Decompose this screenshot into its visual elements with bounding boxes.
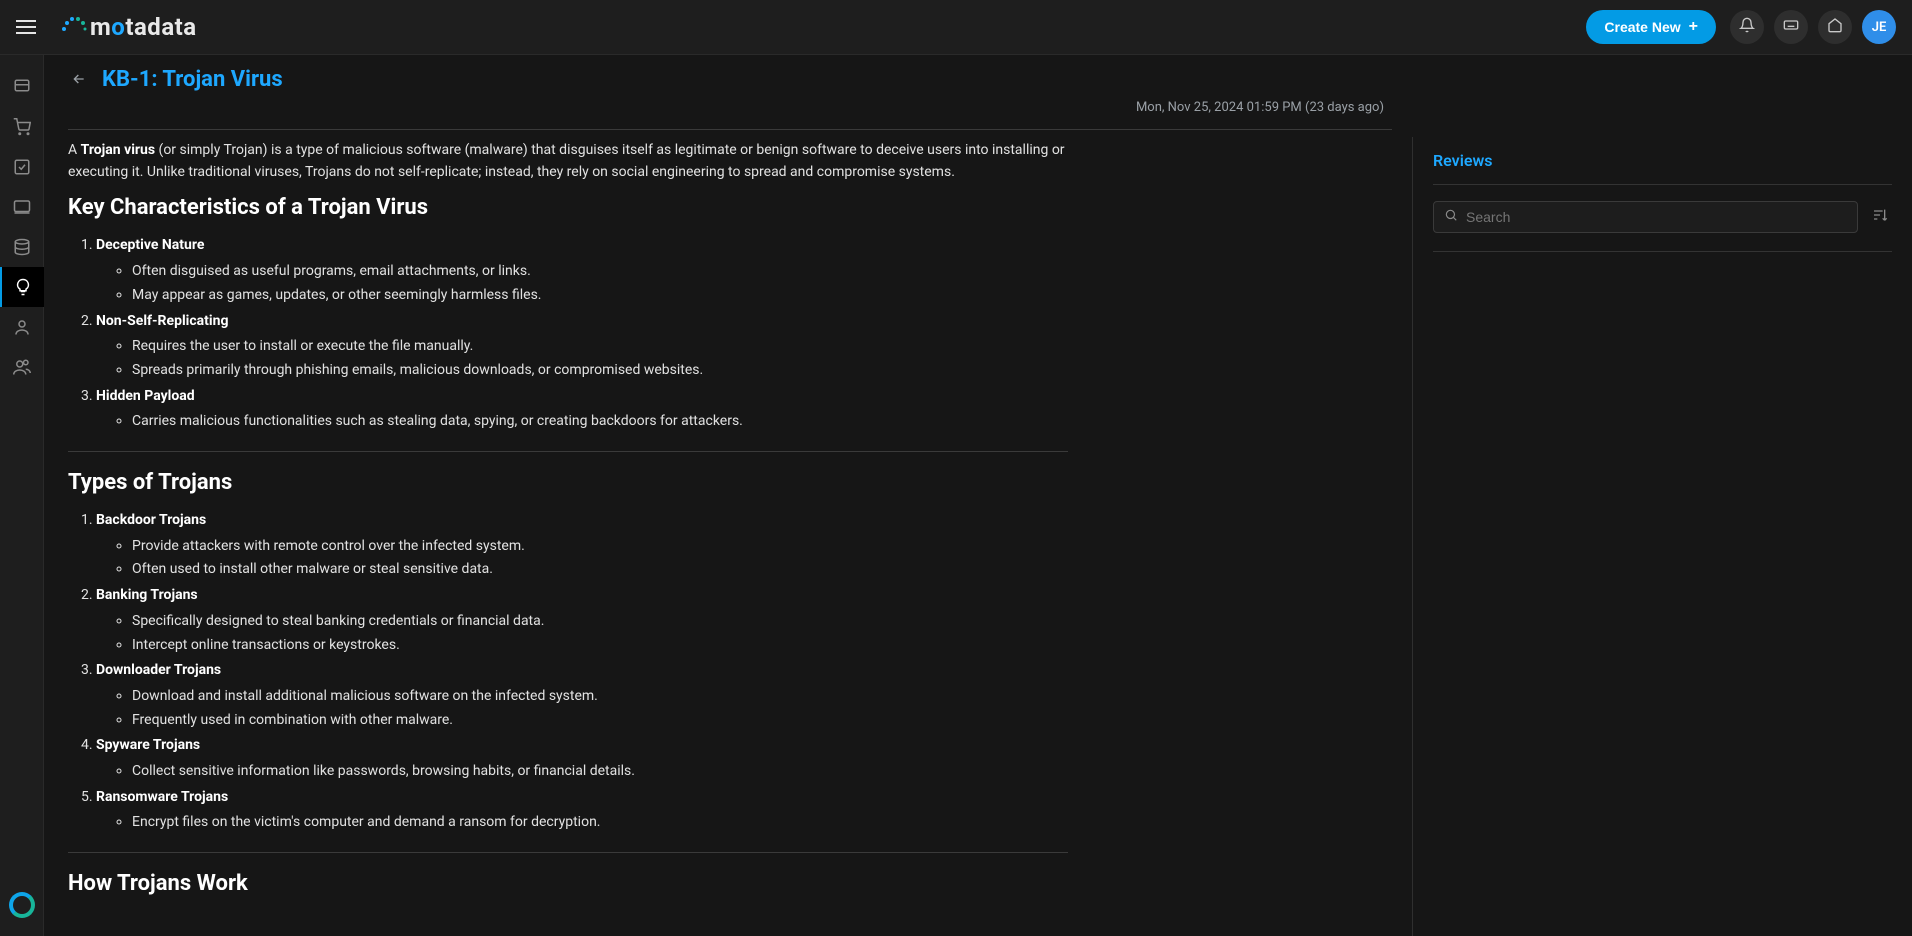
list-item-head: Deceptive Nature [96, 237, 204, 253]
logo-text: motadata [90, 13, 197, 41]
list-item-head: Spyware Trojans [96, 737, 200, 753]
sub-list-item: Often used to install other malware or s… [132, 559, 1068, 581]
logo-dots-icon [60, 15, 84, 39]
bell-icon [1739, 17, 1755, 37]
main: KB-1: Trojan Virus Mon, Nov 25, 2024 01:… [44, 55, 1912, 936]
nav-item-assets[interactable] [0, 187, 44, 227]
sub-list-item: May appear as games, updates, or other s… [132, 285, 1068, 307]
divider [68, 852, 1068, 853]
keyboard-shortcuts-button[interactable] [1774, 10, 1808, 44]
sub-list: Specifically designed to steal banking c… [96, 611, 1068, 656]
sort-button[interactable] [1868, 203, 1892, 231]
list-item: Backdoor Trojans Provide attackers with r… [96, 510, 1068, 581]
home-button[interactable] [1818, 10, 1852, 44]
key-characteristics-list: Deceptive Nature Often disguised as usefu… [68, 235, 1068, 433]
reviews-search-input[interactable] [1466, 209, 1847, 225]
sub-list-item: Requires the user to install or execute … [132, 336, 1068, 358]
notifications-button[interactable] [1730, 10, 1764, 44]
article-body: A Trojan virus (or simply Trojan) is a t… [68, 140, 1068, 901]
sub-list-item: Often disguised as useful programs, emai… [132, 261, 1068, 283]
topbar: motadata Create New + JE [0, 0, 1912, 55]
reviews-search-wrap[interactable] [1433, 201, 1858, 233]
sub-list: Collect sensitive information like passw… [96, 761, 1068, 783]
heading-key-characteristics: Key Characteristics of a Trojan Virus [68, 191, 1068, 225]
hamburger-menu-button[interactable] [16, 15, 40, 39]
sub-list-item: Provide attackers with remote control ov… [132, 536, 1068, 558]
sub-list: Encrypt files on the victim's computer a… [96, 812, 1068, 834]
list-item-head: Non-Self-Replicating [96, 313, 228, 329]
list-item: Hidden Payload Carries malicious function… [96, 386, 1068, 433]
list-item-head: Banking Trojans [96, 587, 198, 603]
divider [68, 129, 1392, 130]
sub-list: Provide attackers with remote control ov… [96, 536, 1068, 581]
back-arrow-button[interactable] [68, 68, 90, 92]
heading-types: Types of Trojans [68, 466, 1068, 500]
heading-how-work: How Trojans Work [68, 867, 1068, 901]
reviews-panel: Reviews [1412, 137, 1912, 936]
sub-list-item: Collect sensitive information like passw… [132, 761, 1068, 783]
left-nav [0, 55, 44, 936]
content-column: KB-1: Trojan Virus Mon, Nov 25, 2024 01:… [44, 55, 1412, 936]
nav-item-cart[interactable] [0, 107, 44, 147]
sub-list: Download and install additional maliciou… [96, 686, 1068, 731]
list-item: Spyware Trojans Collect sensitive informa… [96, 735, 1068, 782]
sub-list-item: Spreads primarily through phishing email… [132, 360, 1068, 382]
timestamp: Mon, Nov 25, 2024 01:59 PM (23 days ago) [68, 100, 1392, 115]
list-item-head: Hidden Payload [96, 388, 195, 404]
divider [1433, 184, 1892, 185]
sub-list-item: Download and install additional maliciou… [132, 686, 1068, 708]
sub-list: Requires the user to install or execute … [96, 336, 1068, 381]
divider [1433, 251, 1892, 252]
create-new-button[interactable]: Create New + [1586, 10, 1716, 44]
sub-list-item: Specifically designed to steal banking c… [132, 611, 1068, 633]
nav-item-dashboard[interactable] [0, 67, 44, 107]
sub-list: Often disguised as useful programs, emai… [96, 261, 1068, 306]
list-item: Downloader Trojans Download and install a… [96, 660, 1068, 731]
intro-paragraph: A Trojan virus (or simply Trojan) is a t… [68, 140, 1068, 183]
kb-title: KB-1: Trojan Virus [102, 67, 283, 92]
nav-item-database[interactable] [0, 227, 44, 267]
nav-item-users[interactable] [0, 347, 44, 387]
nav-item-deploy[interactable] [0, 147, 44, 187]
sub-list: Carries malicious functionalities such a… [96, 411, 1068, 433]
sub-list-item: Frequently used in combination with othe… [132, 710, 1068, 732]
user-avatar[interactable]: JE [1862, 10, 1896, 44]
types-list: Backdoor Trojans Provide attackers with r… [68, 510, 1068, 834]
sort-icon [1872, 208, 1888, 227]
avatar-initials: JE [1872, 20, 1887, 35]
sub-list-item: Carries malicious functionalities such a… [132, 411, 1068, 433]
list-item-head: Downloader Trojans [96, 662, 221, 678]
reviews-heading: Reviews [1433, 151, 1892, 170]
brand-logo[interactable]: motadata [60, 13, 197, 41]
sub-list-item: Intercept online transactions or keystro… [132, 635, 1068, 657]
list-item-head: Ransomware Trojans [96, 789, 228, 805]
list-item: Non-Self-Replicating Requires the user to… [96, 311, 1068, 382]
list-item: Deceptive Nature Often disguised as usefu… [96, 235, 1068, 306]
nav-footer-circle-icon[interactable] [9, 892, 35, 918]
nav-item-knowledge[interactable] [0, 267, 44, 307]
plus-icon: + [1689, 18, 1698, 36]
divider [68, 451, 1068, 452]
list-item: Banking Trojans Specifically designed to … [96, 585, 1068, 656]
keyboard-icon [1783, 17, 1799, 37]
sub-list-item: Encrypt files on the victim's computer a… [132, 812, 1068, 834]
home-icon [1827, 17, 1843, 37]
create-new-label: Create New [1604, 19, 1680, 35]
search-icon [1444, 208, 1458, 226]
list-item: Ransomware Trojans Encrypt files on the v… [96, 787, 1068, 834]
list-item-head: Backdoor Trojans [96, 512, 206, 528]
nav-item-user[interactable] [0, 307, 44, 347]
